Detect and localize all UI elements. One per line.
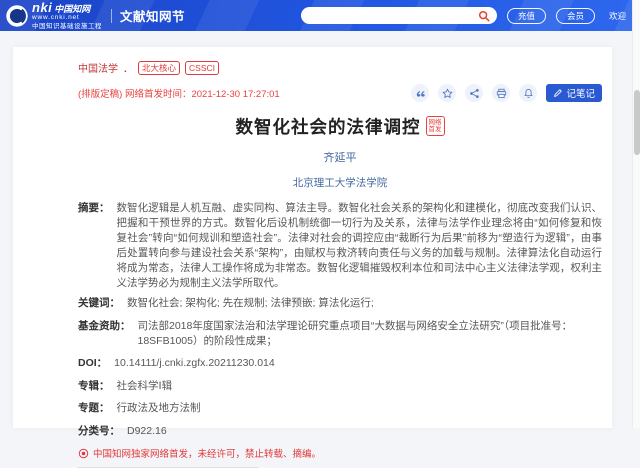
topic-row: 专题： 行政法及地方法制 — [78, 401, 602, 416]
author-link[interactable]: 齐延平 — [324, 152, 357, 164]
album-value: 社会科学Ⅰ辑 — [117, 379, 603, 394]
clc-label: 分类号： — [78, 424, 120, 439]
page-title: 文献知网节 — [120, 6, 185, 25]
exclusive-notice-text: 中国知网独家网络首发，未经许可，禁止转载、摘编。 — [93, 446, 321, 460]
article-fields: 摘要： 数智化逻辑是人机互融、虚实同构、算法主导。数智化社会关系的架构化和建模化… — [78, 201, 602, 439]
header-divider — [111, 9, 112, 23]
affiliation-row: 北京理工大学法学院 — [78, 173, 602, 191]
brand-name: nki — [32, 1, 52, 14]
doi-row: DOI： 10.14111/j.cnki.zgfx.20211230.014 — [78, 356, 602, 371]
bell-icon[interactable] — [519, 84, 537, 102]
copyright-target-icon — [78, 448, 89, 459]
recharge-button[interactable]: 充值 — [507, 8, 546, 24]
fund-label: 基金资助： — [78, 319, 131, 349]
cnki-logo-icon — [5, 4, 29, 28]
journal-link[interactable]: 中国法学 — [78, 60, 118, 75]
online-first-badge: 网络首发 — [426, 116, 445, 136]
scrollbar-track[interactable] — [632, 0, 640, 428]
publish-info: (排版定稿) 网络首发时间：2021-12-30 17:27:01 — [78, 86, 280, 100]
pencil-icon — [553, 88, 563, 98]
scrollbar-thumb[interactable] — [634, 90, 640, 155]
search-icon[interactable] — [478, 10, 490, 22]
clc-value: D922.16 — [127, 424, 602, 439]
author-row: 齐延平 — [78, 148, 602, 166]
badge-cssci[interactable]: CSSCI — [185, 61, 219, 75]
search-input[interactable] — [311, 10, 481, 25]
print-icon[interactable] — [492, 84, 510, 102]
quote-icon[interactable] — [411, 84, 429, 102]
site-tagline: 中国知识基础设施工程 — [32, 24, 102, 31]
keywords-label: 关键词： — [78, 296, 120, 311]
title-row: 数智化社会的法律调控网络首发 — [78, 114, 602, 139]
cnki-logo[interactable]: nki 中国知网 www.cnki.net 中国知识基础设施工程 — [5, 1, 102, 30]
topic-label: 专题： — [78, 401, 110, 416]
fund-row: 基金资助： 司法部2018年度国家法治和法学理论研究重点项目“大数据与网络安全立… — [78, 319, 602, 349]
star-icon[interactable] — [438, 84, 456, 102]
article-toolbar: 记笔记 — [411, 84, 602, 102]
doi-value: 10.14111/j.cnki.zgfx.20211230.014 — [114, 356, 602, 371]
doi-label: DOI： — [78, 356, 107, 371]
album-row: 专辑： 社会科学Ⅰ辑 — [78, 379, 602, 394]
top-header: nki 中国知网 www.cnki.net 中国知识基础设施工程 文献知网节 充… — [0, 0, 640, 31]
take-note-label: 记笔记 — [566, 86, 595, 100]
search-box[interactable] — [301, 7, 497, 24]
abstract-label: 摘要： — [78, 201, 110, 291]
keywords-value[interactable]: 数智化社会; 架构化; 先在规制; 法律预嵌; 算法化运行; — [127, 296, 602, 311]
meta-row: (排版定稿) 网络首发时间：2021-12-30 17:27:01 — [78, 84, 602, 102]
site-url: www.cnki.net — [32, 15, 102, 22]
exclusive-notice-row: 中国知网独家网络首发，未经许可，禁止转载、摘编。 — [78, 446, 602, 460]
journal-row: 中国法学 ． 北大核心 CSSCI — [78, 60, 602, 75]
abstract-row: 摘要： 数智化逻辑是人机互融、虚实同构、算法主导。数智化社会关系的架构化和建模化… — [78, 201, 602, 291]
album-label: 专辑： — [78, 379, 110, 394]
welcome-link[interactable]: 欢迎 — [609, 10, 626, 22]
article-card: 中国法学 ． 北大核心 CSSCI (排版定稿) 网络首发时间：2021-12-… — [13, 47, 612, 428]
fund-value: 司法部2018年度国家法治和法学理论研究重点项目“大数据与网络安全立法研究”（项… — [138, 319, 603, 349]
clc-row: 分类号： D922.16 — [78, 424, 602, 439]
affiliation-link[interactable]: 北京理工大学法学院 — [293, 177, 388, 189]
brand-name-cn: 中国知网 — [54, 5, 90, 14]
keywords-row: 关键词： 数智化社会; 架构化; 先在规制; 法律预嵌; 算法化运行; — [78, 296, 602, 311]
abstract-text: 数智化逻辑是人机互融、虚实同构、算法主导。数智化社会关系的架构化和建模化，彻底改… — [117, 201, 603, 291]
badge-pku-core[interactable]: 北大核心 — [138, 61, 180, 75]
member-button[interactable]: 会员 — [556, 8, 595, 24]
take-note-button[interactable]: 记笔记 — [546, 84, 602, 102]
share-icon[interactable] — [465, 84, 483, 102]
topic-value: 行政法及地方法制 — [117, 401, 603, 416]
journal-separator: ． — [123, 60, 133, 75]
article-title: 数智化社会的法律调控 — [236, 117, 421, 137]
